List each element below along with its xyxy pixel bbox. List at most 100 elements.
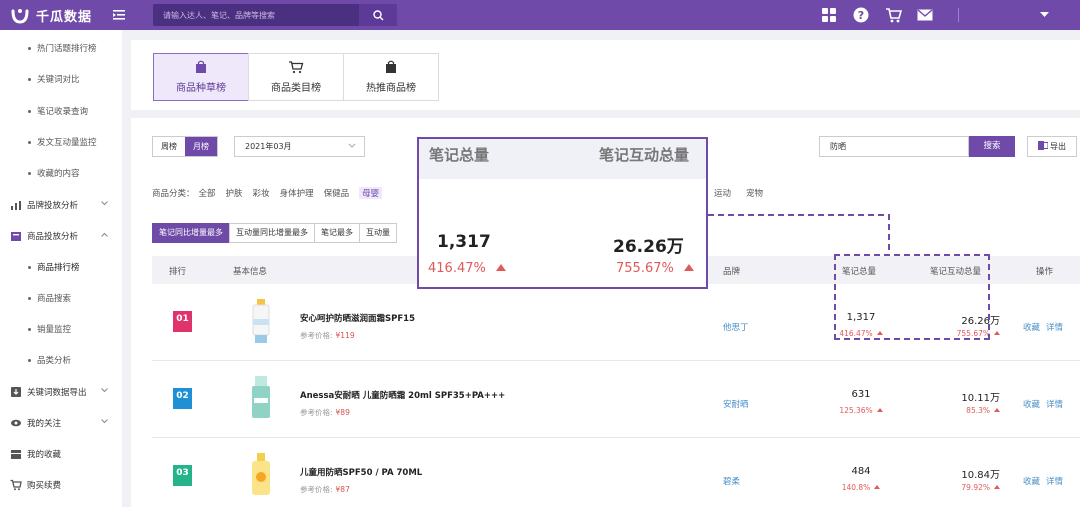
category-body-care[interactable]: 身体护理 (280, 187, 314, 199)
brand-link[interactable]: 安耐晒 (723, 398, 749, 410)
interaction-growth: 85.3% (920, 406, 1000, 415)
detail-link[interactable]: 详情 (1046, 477, 1063, 487)
product-price: 参考价格: ¥89 (300, 408, 350, 417)
help-icon[interactable]: ? (852, 6, 870, 24)
detail-link[interactable]: 详情 (1046, 400, 1063, 410)
sidebar-group-purchase[interactable]: 购买续费 (0, 475, 122, 495)
search-icon (372, 9, 383, 20)
sidebar-group-product-analysis[interactable]: 商品投放分析 (0, 226, 122, 246)
product-image (252, 453, 270, 495)
sort-most-notes[interactable]: 笔记最多 (314, 223, 360, 243)
category-filter: 商品分类： 全部 护肤 彩妆 身体护理 保健品 母婴 (152, 187, 392, 199)
product-name[interactable]: 儿童用防晒SPF50 / PA 70ML (300, 466, 422, 478)
rank-badge: 03 (173, 465, 192, 486)
cart-icon (10, 479, 22, 491)
up-arrow-icon (994, 408, 1000, 412)
interaction-total: 10.84万 (961, 470, 1000, 481)
sort-note-growth[interactable]: 笔记同比增量最多 (152, 223, 230, 243)
rank-badge: 02 (173, 388, 192, 409)
sidebar-group-brand-analysis[interactable]: 品牌投放分析 (0, 195, 122, 215)
period-month-button[interactable]: 月榜 (185, 137, 217, 156)
product-price: 参考价格: ¥87 (300, 485, 350, 494)
header-brand: 品牌 (723, 267, 741, 277)
sidebar-item-product-search[interactable]: 商品搜索 (0, 288, 122, 308)
sort-interaction-growth[interactable]: 互动量同比增量最多 (229, 223, 315, 243)
logo-icon (11, 9, 29, 24)
period-week-button[interactable]: 周榜 (153, 137, 185, 156)
sidebar-group-follows[interactable]: 我的关注 (0, 413, 122, 433)
callout-connector (708, 214, 890, 254)
notes-total: 631 (851, 389, 871, 400)
brand-name: 千瓜数据 (36, 9, 93, 25)
zoom-header: 笔记总量 笔记互动总量 (419, 139, 706, 179)
category-pets[interactable]: 宠物 (746, 187, 763, 199)
tab-hot-products[interactable]: 热推商品榜 (343, 53, 439, 101)
zoom-notes-growth: 416.47% (428, 261, 506, 276)
shopping-bag-icon (196, 60, 206, 73)
tab-product-grass[interactable]: 商品种草榜 (153, 53, 249, 101)
menu-collapse-icon[interactable] (112, 8, 126, 22)
chevron-down-icon (348, 143, 356, 148)
sidebar-item-post-monitor[interactable]: 发文互动量监控 (0, 132, 122, 152)
month-select[interactable]: 2021年03月 (234, 136, 365, 157)
category-skincare[interactable]: 护肤 (226, 187, 243, 199)
zoom-interactions-growth: 755.67% (616, 261, 694, 276)
logo[interactable]: 千瓜数据 (10, 5, 92, 25)
product-name[interactable]: 安心呵护防晒滋润面霜SPF15 (300, 312, 415, 324)
sidebar-item-saved-content[interactable]: 收藏的内容 (0, 163, 122, 183)
product-image (252, 299, 270, 343)
sidebar-item-category-analysis[interactable]: 品类分析 (0, 350, 122, 370)
notes-total: 484 (851, 466, 871, 477)
favorite-link[interactable]: 收藏 (1023, 477, 1040, 487)
keyword-search-button[interactable]: 搜索 (969, 136, 1015, 157)
table-row: 03 儿童用防晒SPF50 / PA 70ML 参考价格: ¥87 碧柔 484 … (152, 439, 1080, 507)
zoom-notes-value: 1,317 (437, 232, 491, 252)
sidebar-item-product-ranking[interactable]: 商品排行榜 (0, 257, 122, 277)
user-dropdown[interactable] (1040, 11, 1049, 21)
global-search-input[interactable] (153, 4, 359, 26)
cart-icon (289, 61, 304, 74)
header-info: 基本信息 (233, 267, 268, 277)
sidebar-item-keyword-compare[interactable]: 关键词对比 (0, 69, 122, 89)
sidebar-item-hot-topics[interactable]: 热门话题排行榜 (0, 38, 122, 58)
zoom-callout: 笔记总量 笔记互动总量 1,317 416.47% 26.26万 755.67% (417, 137, 708, 289)
topbar-divider (958, 8, 959, 22)
row-actions: 收藏 详情 (1023, 398, 1069, 410)
category-all[interactable]: 全部 (199, 187, 216, 199)
sidebar-group-keyword-export[interactable]: 关键词数据导出 (0, 382, 122, 402)
top-icons: ? (820, 6, 934, 24)
global-search-button[interactable] (359, 4, 397, 26)
sidebar-item-sales-monitor[interactable]: 销量监控 (0, 319, 122, 339)
global-search (153, 4, 397, 26)
product-price: 参考价格: ¥119 (300, 331, 355, 340)
category-sports[interactable]: 运动 (714, 187, 731, 199)
category-health[interactable]: 保健品 (324, 187, 350, 199)
cart-icon[interactable] (884, 6, 902, 24)
detail-link[interactable]: 详情 (1046, 323, 1063, 333)
product-image (252, 376, 270, 418)
tab-product-category[interactable]: 商品类目榜 (248, 53, 344, 101)
favorite-link[interactable]: 收藏 (1023, 400, 1040, 410)
sort-interactions[interactable]: 互动量 (359, 223, 397, 243)
apps-grid-icon[interactable] (820, 6, 838, 24)
sidebar-item-note-index[interactable]: 笔记收录查询 (0, 101, 122, 121)
chevron-up-icon (101, 232, 108, 237)
sidebar: 热门话题排行榜 关键词对比 笔记收录查询 发文互动量监控 收藏的内容 品牌投放分… (0, 30, 122, 507)
caret-down-icon (1040, 12, 1049, 17)
brand-link[interactable]: 碧柔 (723, 475, 740, 487)
sidebar-group-favorites[interactable]: 我的收藏 (0, 444, 122, 464)
category-mother-baby[interactable]: 母婴 (359, 187, 383, 199)
row-actions: 收藏 详情 (1023, 321, 1069, 333)
header-ops: 操作 (1036, 267, 1054, 277)
category-makeup[interactable]: 彩妆 (253, 187, 270, 199)
export-button[interactable]: 导出 (1027, 136, 1077, 157)
favorite-link[interactable]: 收藏 (1023, 323, 1040, 333)
rank-badge: 01 (173, 311, 192, 332)
brand-link[interactable]: 他思丁 (723, 321, 749, 333)
archive-icon (11, 450, 21, 459)
header-rank: 排行 (169, 267, 187, 277)
mail-icon[interactable] (916, 6, 934, 24)
product-name[interactable]: Anessa安耐晒 儿童防晒霜 20ml SPF35+PA+++ (300, 389, 505, 401)
excel-icon (1038, 141, 1049, 150)
keyword-input[interactable]: 防晒 (819, 136, 969, 157)
